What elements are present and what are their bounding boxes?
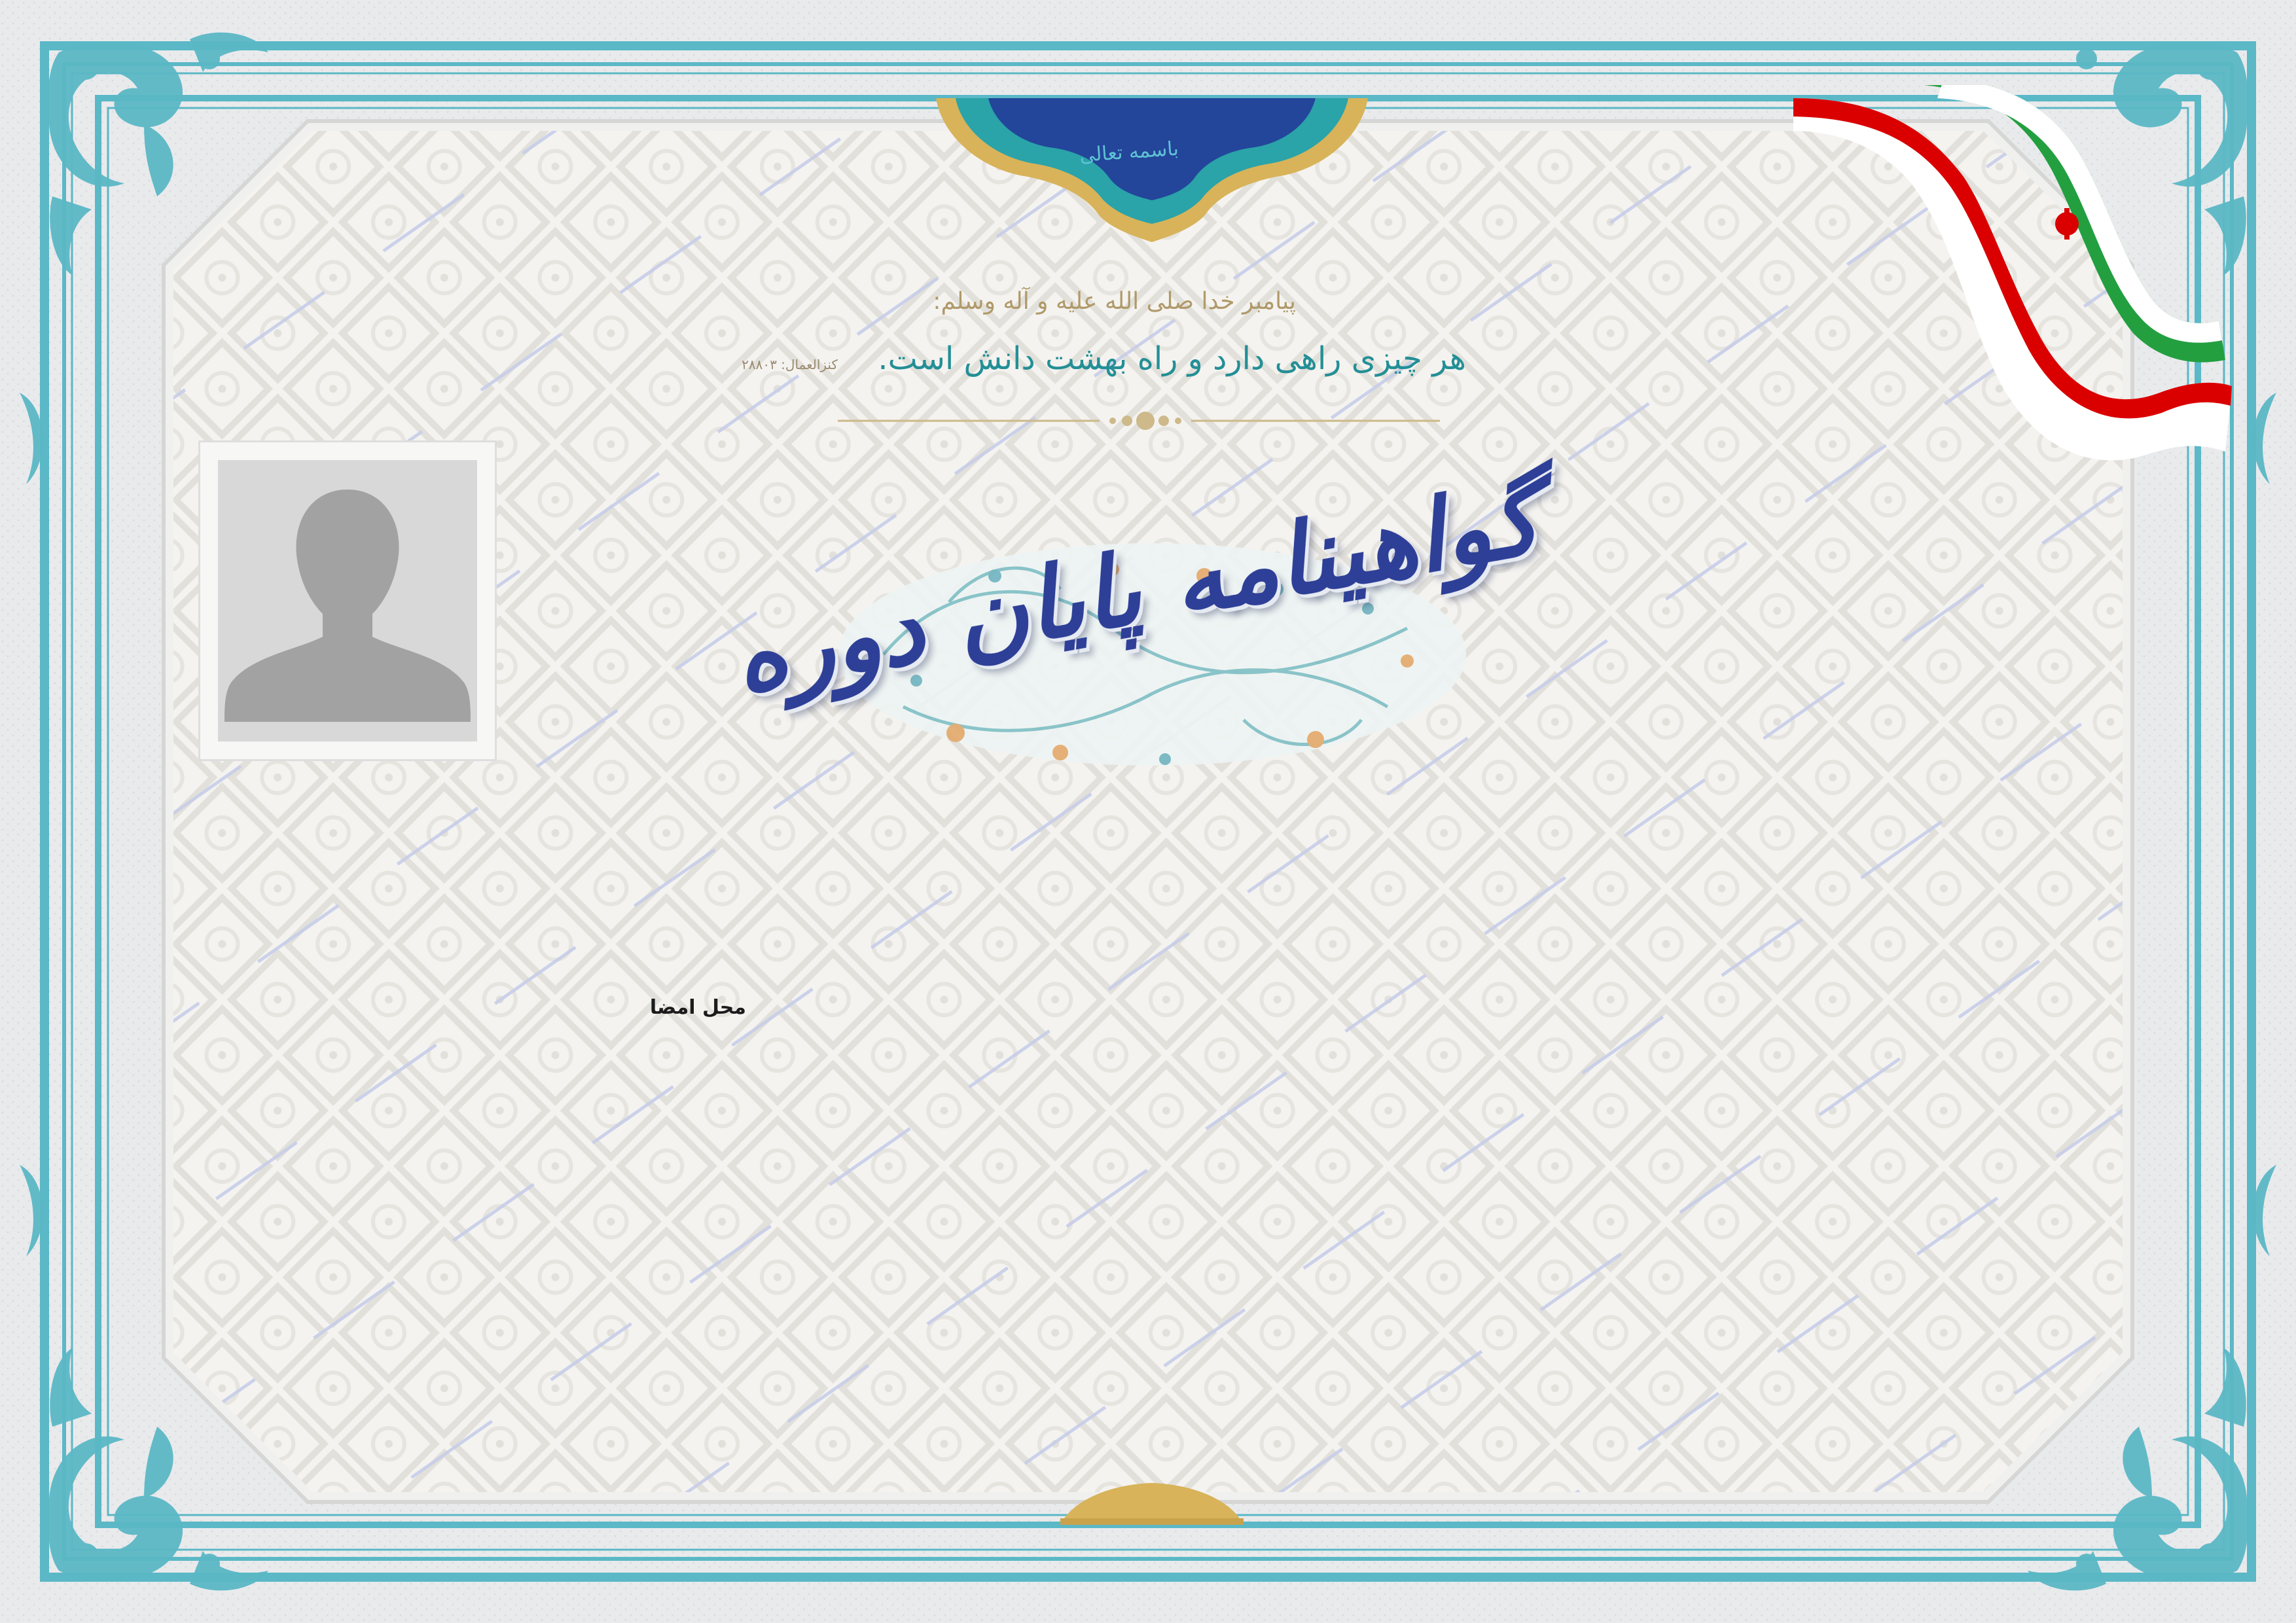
- signature-label: محل امضا: [649, 996, 746, 1019]
- iran-flag-ribbon-icon: [1793, 85, 2232, 461]
- hadith-quote: هر چیزی راهی دارد و راه بهشت دانش است.: [878, 340, 1466, 377]
- prophet-attribution: پیامبر خدا صلی الله علیه و آله وسلم:: [933, 288, 1296, 315]
- photo-placeholder[interactable]: [198, 440, 497, 761]
- hadith-source: کنزالعمال: ۲۸۸۰۳: [742, 357, 838, 372]
- certificate-page: باسمه تعالی پیامبر خدا صلی الله علیه و آ…: [0, 0, 2296, 1623]
